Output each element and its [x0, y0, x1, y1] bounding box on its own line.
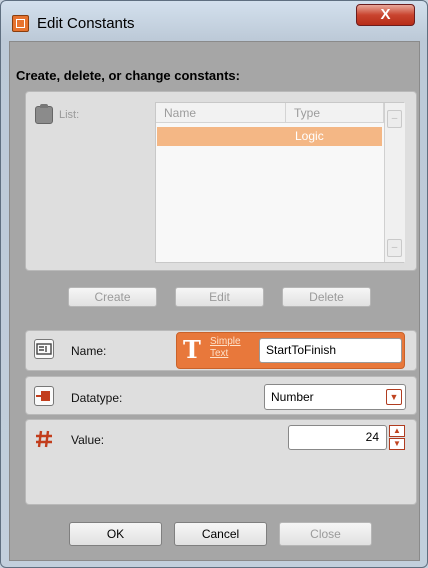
title-bar: Edit Constants X — [1, 1, 427, 41]
create-button[interactable]: Create — [68, 287, 157, 307]
vertical-scrollbar[interactable]: – – — [384, 103, 405, 262]
datatype-selected-value: Number — [271, 390, 314, 404]
name-type-box: T Simple Text StartToFinish — [176, 332, 405, 369]
clipboard-icon — [35, 104, 53, 124]
scroll-up-button[interactable]: – — [387, 110, 402, 128]
ok-button[interactable]: OK — [69, 522, 162, 546]
name-tag-icon — [34, 339, 54, 359]
datatype-icon — [34, 386, 54, 406]
edit-button[interactable]: Edit — [175, 287, 264, 307]
column-header-type[interactable]: Type — [286, 103, 384, 123]
table-cell-type: Logic — [295, 129, 324, 143]
list-label: List: — [59, 109, 80, 121]
close-window-button[interactable]: X — [356, 4, 415, 26]
spin-down-button[interactable]: ▼ — [389, 438, 405, 450]
app-window-icon — [12, 15, 29, 32]
edit-constants-window: Edit Constants X Create, delete, or chan… — [0, 0, 428, 568]
window-title: Edit Constants — [37, 15, 135, 32]
cancel-button[interactable]: Cancel — [174, 522, 267, 546]
section-heading: Create, delete, or change constants: — [16, 68, 240, 83]
delete-button[interactable]: Delete — [282, 287, 371, 307]
column-header-name[interactable]: Name — [156, 103, 286, 123]
datatype-label: Datatype: — [71, 391, 123, 405]
name-input[interactable]: StartToFinish — [259, 338, 402, 363]
constants-table[interactable]: Name Type Logic – – — [155, 102, 405, 263]
simple-text-link[interactable]: Simple Text — [210, 336, 255, 360]
name-label: Name: — [71, 344, 107, 358]
table-row[interactable]: Logic — [157, 127, 382, 146]
chevron-down-icon[interactable]: ▼ — [386, 389, 402, 405]
value-label: Value: — [71, 433, 105, 447]
spin-up-button[interactable]: ▲ — [389, 425, 405, 437]
datatype-select[interactable]: Number ▼ — [264, 384, 406, 410]
scroll-down-button[interactable]: – — [387, 239, 402, 257]
text-T-icon: T — [183, 335, 201, 364]
hash-icon — [34, 429, 54, 449]
value-input[interactable]: 24 — [288, 425, 387, 450]
close-button[interactable]: Close — [279, 522, 372, 546]
